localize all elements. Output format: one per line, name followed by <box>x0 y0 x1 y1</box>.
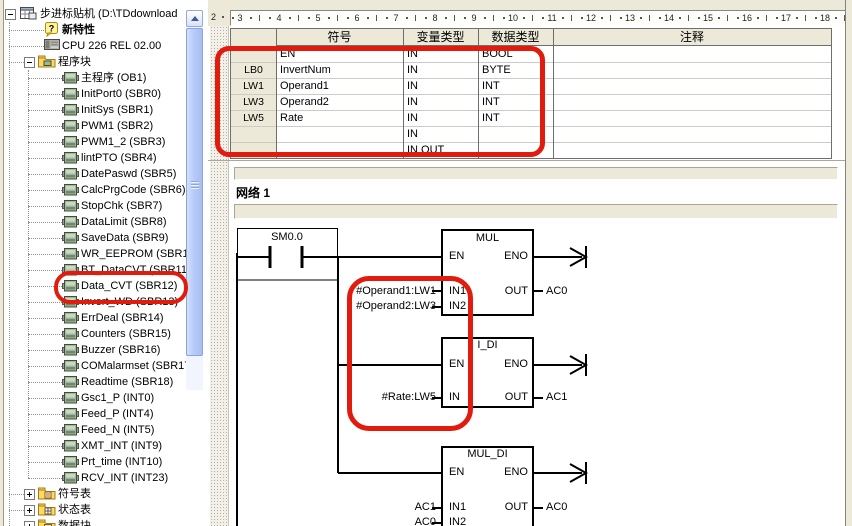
operand-field[interactable]: AC0 <box>546 501 567 514</box>
scrollbar-up-button[interactable] <box>186 10 203 27</box>
up-arrow-icon <box>191 16 199 21</box>
annotation-oval-tree <box>54 271 188 304</box>
window-right-edge <box>845 0 852 526</box>
contact-operand[interactable]: SM0.0 <box>237 231 337 244</box>
operand-field[interactable]: AC0 <box>546 285 567 298</box>
open-arrow-icon <box>533 246 586 268</box>
open-arrow-icon <box>533 462 586 484</box>
annotation-box-ladder <box>347 276 473 431</box>
annotation-box-table <box>215 46 545 157</box>
contact-icon[interactable] <box>270 246 302 268</box>
pin-label-in2: IN2 <box>449 516 466 526</box>
operand-field[interactable]: AC0 <box>320 516 436 526</box>
app-window: 步进标贴机 (D:\TDdownload?新特性CPU 226 REL 02.0… <box>0 0 852 526</box>
block-title[interactable]: MUL <box>442 232 533 245</box>
pin-label-eno: ENO <box>442 250 528 263</box>
open-arrow-icon <box>533 354 586 376</box>
tree-scrollbar[interactable] <box>186 10 203 390</box>
scrollbar-thumb[interactable] <box>186 28 203 356</box>
scrollbar-grip-icon <box>191 181 199 190</box>
operand-field[interactable]: AC1 <box>320 501 436 514</box>
pin-label-eno: ENO <box>442 466 528 479</box>
operand-field[interactable]: AC1 <box>546 391 567 404</box>
block-title[interactable]: MUL_DI <box>442 448 533 461</box>
pin-label-out: OUT <box>442 501 528 514</box>
